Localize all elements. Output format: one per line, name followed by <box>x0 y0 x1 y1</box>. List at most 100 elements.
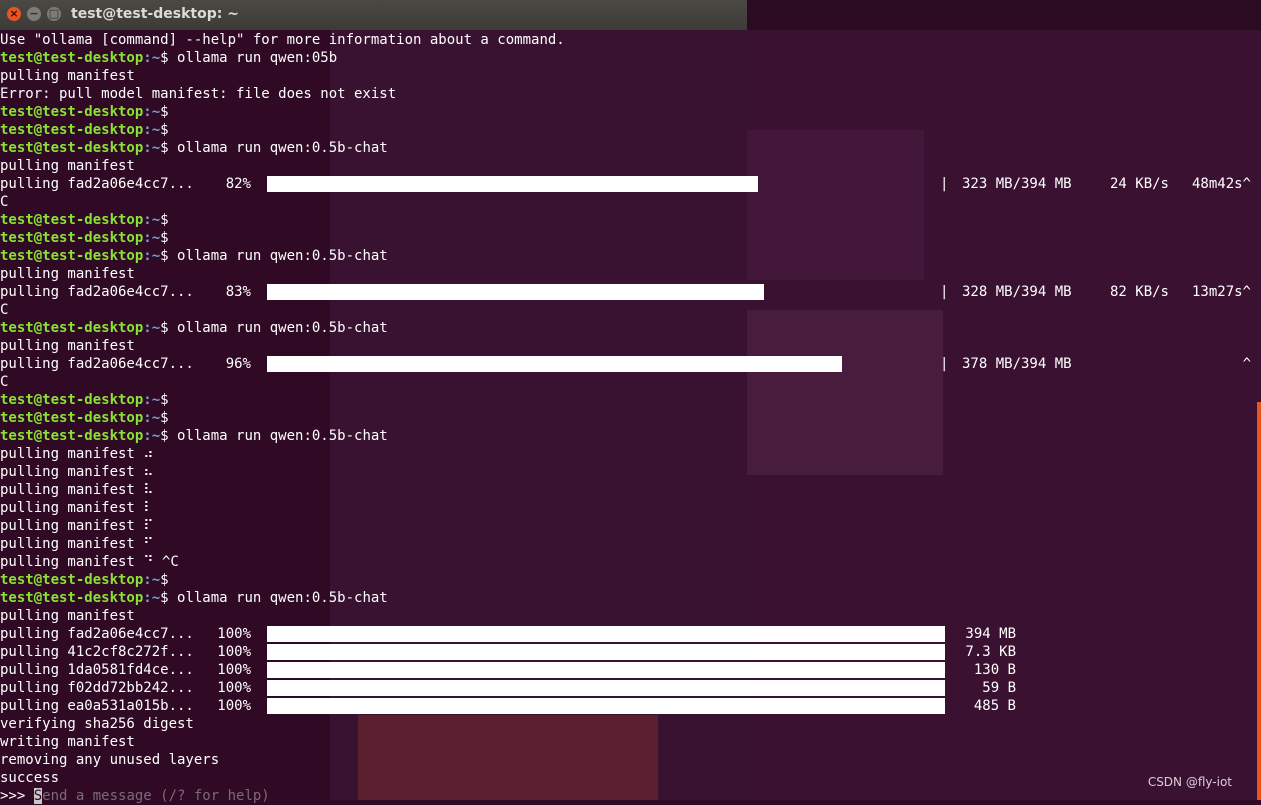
transfer-eta: 48m42s^ <box>1191 176 1251 192</box>
layer-label: pulling fad2a06e4cc7... <box>0 626 194 642</box>
output-line: pulling manifest <box>0 338 135 354</box>
layer-size: 59 B <box>982 680 1016 696</box>
output-line: pulling manifest ⠦ <box>0 464 154 480</box>
prompt-path: :~ <box>143 320 161 336</box>
output-line: Error: pull model manifest: file does no… <box>0 86 397 102</box>
prompt-user-host: test@test-desktop <box>0 590 144 606</box>
transfer-eta: ^ <box>1242 356 1251 372</box>
prompt-user-host: test@test-desktop <box>0 212 144 228</box>
prompt-user-host: test@test-desktop <box>0 122 144 138</box>
prompt-path: :~ <box>143 248 161 264</box>
prompt-symbol: $ <box>160 428 178 444</box>
prompt-line: test@test-desktop:~$ ollama run qwen:0.5… <box>0 589 1261 607</box>
layer-label: pulling 41c2cf8c272f... <box>0 644 194 660</box>
layer-label: pulling fad2a06e4cc7... <box>0 284 194 300</box>
command-text: ollama run qwen:05b <box>177 50 338 66</box>
prompt-user-host: test@test-desktop <box>0 140 144 156</box>
prompt-user-host: test@test-desktop <box>0 230 144 246</box>
chat-input-placeholder[interactable]: end a message (/? for help) <box>42 788 270 804</box>
transfer-speed: 82 KB/s <box>1109 284 1169 300</box>
prompt-path: :~ <box>143 428 161 444</box>
progress-line: pulling fad2a06e4cc7... 83% | 328 MB/394 MB… <box>0 283 1261 301</box>
prompt-path: :~ <box>143 212 161 228</box>
prompt-line: test@test-desktop:~$ <box>0 229 1261 247</box>
prompt-path: :~ <box>143 140 161 156</box>
percent-text: 83% <box>225 284 251 300</box>
prompt-path: :~ <box>143 410 161 426</box>
percent-text: 100% <box>217 698 251 714</box>
prompt-symbol: $ <box>160 410 178 426</box>
transfer-size: 328 MB/394 MB <box>962 284 1072 300</box>
prompt-line: test@test-desktop:~$ <box>0 571 1261 589</box>
prompt-line: test@test-desktop:~$ ollama run qwen:05b <box>0 49 1261 67</box>
prompt-line: test@test-desktop:~$ ollama run qwen:0.5… <box>0 427 1261 445</box>
layer-label: pulling 1da0581fd4ce... <box>0 662 194 678</box>
output-line: C <box>0 302 9 318</box>
progress-bar-fill <box>267 284 764 300</box>
prompt-line: test@test-desktop:~$ <box>0 121 1261 139</box>
progress-bar-fill <box>267 698 945 714</box>
prompt-symbol: $ <box>160 230 178 246</box>
prompt-path: :~ <box>143 572 161 588</box>
percent-text: 100% <box>217 680 251 696</box>
terminal-output[interactable]: Use "ollama [command] --help" for more i… <box>0 31 1261 805</box>
output-line: pulling manifest ⠴ <box>0 446 154 462</box>
prompt-path: :~ <box>143 122 161 138</box>
progress-line: pulling fad2a06e4cc7... 100% 394 MB <box>0 625 1261 643</box>
layer-size: 485 B <box>973 698 1016 714</box>
minimize-icon[interactable]: − <box>27 7 41 21</box>
progress-bar-fill <box>267 176 758 192</box>
progress-line: pulling ea0a531a015b... 100% 485 B <box>0 697 1261 715</box>
command-text: ollama run qwen:0.5b-chat <box>177 248 388 264</box>
chat-input-line[interactable]: >>> Send a message (/? for help) <box>0 787 1261 805</box>
transfer-eta: 13m27s^ <box>1191 284 1251 300</box>
prompt-line: test@test-desktop:~$ ollama run qwen:0.5… <box>0 139 1261 157</box>
prompt-user-host: test@test-desktop <box>0 320 144 336</box>
watermark: CSDN @fly-iot <box>1147 775 1232 789</box>
prompt-path: :~ <box>143 104 161 120</box>
terminal-scrollbar[interactable] <box>1257 402 1261 800</box>
layer-size: 130 B <box>973 662 1016 678</box>
progress-bar-end: | <box>940 176 949 192</box>
percent-text: 96% <box>225 356 251 372</box>
prompt-symbol: $ <box>160 140 178 156</box>
output-line: pulling manifest <box>0 68 135 84</box>
command-text: ollama run qwen:0.5b-chat <box>177 428 388 444</box>
progress-bar-fill <box>267 662 945 678</box>
prompt-path: :~ <box>143 230 161 246</box>
output-line: Use "ollama [command] --help" for more i… <box>0 32 565 48</box>
output-line: C <box>0 374 9 390</box>
prompt-path: :~ <box>143 50 161 66</box>
prompt-symbol: $ <box>160 248 178 264</box>
window-title: test@test-desktop: ~ <box>71 6 239 22</box>
prompt-line: test@test-desktop:~$ <box>0 211 1261 229</box>
close-icon[interactable]: × <box>7 7 21 21</box>
layer-label: pulling fad2a06e4cc7... <box>0 356 194 372</box>
prompt-symbol: $ <box>160 50 178 66</box>
output-line: pulling manifest ⠇ <box>0 500 154 516</box>
maximize-icon[interactable]: □ <box>47 7 61 21</box>
layer-label: pulling f02dd72bb242... <box>0 680 194 696</box>
progress-line: pulling fad2a06e4cc7... 96% | 378 MB/394 MB… <box>0 355 1261 373</box>
output-line: writing manifest <box>0 734 135 750</box>
progress-line: pulling fad2a06e4cc7... 82% | 323 MB/394 MB… <box>0 175 1261 193</box>
transfer-size: 323 MB/394 MB <box>962 176 1072 192</box>
prompt-user-host: test@test-desktop <box>0 428 144 444</box>
output-line: pulling manifest ⠙ ^C <box>0 554 179 570</box>
progress-bar-fill <box>267 644 945 660</box>
progress-bar-fill <box>267 626 945 642</box>
layer-size: 7.3 KB <box>965 644 1016 660</box>
layer-size: 394 MB <box>965 626 1016 642</box>
prompt-symbol: $ <box>160 320 178 336</box>
prompt-user-host: test@test-desktop <box>0 572 144 588</box>
prompt-symbol: $ <box>160 212 178 228</box>
output-line: C <box>0 194 9 210</box>
transfer-speed: 24 KB/s <box>1109 176 1169 192</box>
text-cursor: S <box>33 788 43 804</box>
layer-label: pulling fad2a06e4cc7... <box>0 176 194 192</box>
output-line: pulling manifest <box>0 608 135 624</box>
window-titlebar[interactable]: × − □ test@test-desktop: ~ <box>0 0 747 30</box>
progress-bar-end: | <box>940 356 949 372</box>
prompt-symbol: $ <box>160 104 178 120</box>
prompt-line: test@test-desktop:~$ <box>0 409 1261 427</box>
